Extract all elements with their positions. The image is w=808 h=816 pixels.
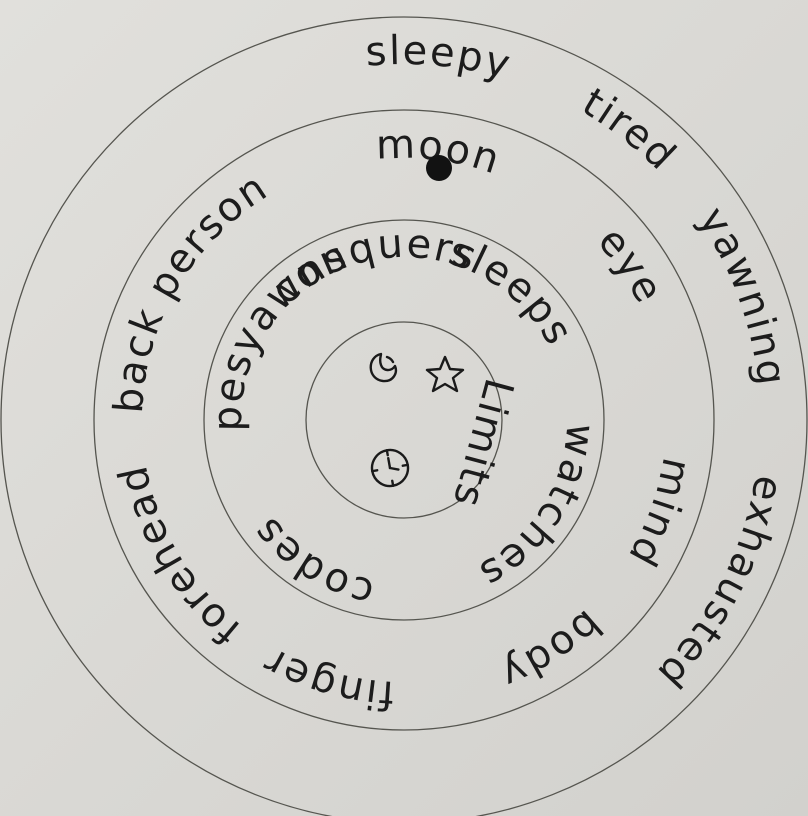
concentric-word-diagram: sleepy tired yawning exhausted moon eye … bbox=[0, 0, 808, 816]
ink-blot bbox=[426, 155, 452, 181]
